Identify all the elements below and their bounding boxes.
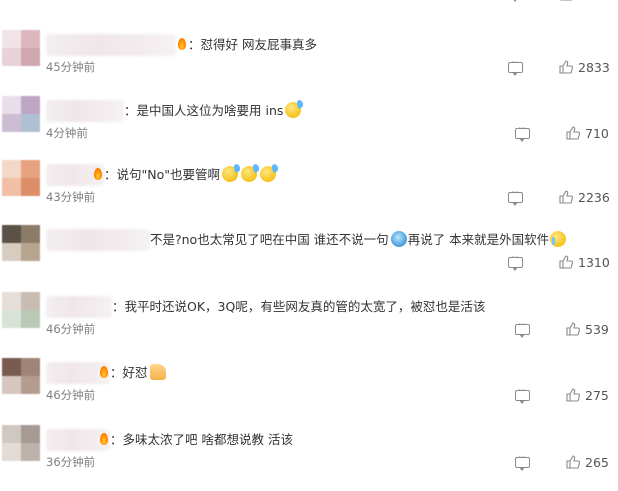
reply-icon[interactable] <box>515 320 530 338</box>
sad-blue-icon <box>390 231 407 247</box>
thumbs-up-icon <box>566 455 580 469</box>
fan-badge-icon <box>100 433 108 445</box>
avatar[interactable] <box>2 358 40 394</box>
fan-badge-icon <box>100 366 108 378</box>
avatar[interactable] <box>2 96 40 132</box>
username-blurred[interactable] <box>46 100 124 122</box>
avatar[interactable] <box>2 292 40 328</box>
comment-text: ：多味太浓了吧 啥都想说教 活该 <box>100 431 293 449</box>
avatar[interactable] <box>2 30 40 66</box>
fan-badge-icon <box>178 38 186 50</box>
reply-icon[interactable] <box>515 453 530 471</box>
like-count: 710 <box>585 125 609 141</box>
like-count: 1310 <box>578 254 610 270</box>
like-button[interactable]: 2236 <box>559 189 610 205</box>
thumbs-up-icon <box>559 190 573 204</box>
thumbs-up-icon <box>566 126 580 140</box>
like-button[interactable]: 1310 <box>559 254 610 270</box>
comment-item: ：我平时还说OK，3Q呢，有些网友真的管的太宽了，被怼也是活该 46分钟前 539 <box>0 292 618 358</box>
reply-icon[interactable] <box>515 124 530 142</box>
comment-time: 45分钟前 <box>46 60 96 74</box>
like-button[interactable]: 2833 <box>559 59 610 75</box>
comment-body: ：怼得好 网友屁事真多 <box>188 37 317 52</box>
comment-time: 36分钟前 <box>46 455 96 469</box>
username-blurred[interactable] <box>46 296 112 318</box>
comment-item: 不是?no也太常见了吧在中国 谁还不说一句 再说了 本来就是外国软件 1310 <box>0 225 618 291</box>
crying-icon <box>550 231 567 247</box>
comment-body: ：我平时还说OK，3Q呢，有些网友真的管的太宽了，被怼也是活该 <box>112 299 486 314</box>
previous-comment-partial: 4400 <box>0 0 618 4</box>
comment-time: 4分钟前 <box>46 126 88 140</box>
fan-badge-icon <box>94 168 102 180</box>
comment-body: ：是中国人这位为啥要用 ins <box>124 103 284 118</box>
comment-item: ：说句"No"也要管啊 43分钟前 2236 <box>0 160 618 226</box>
like-button[interactable]: 539 <box>566 321 609 337</box>
thumbs-up-icon <box>149 364 166 380</box>
comment-text: ：是中国人这位为啥要用 ins <box>124 102 302 120</box>
comment-body: 不是?no也太常见了吧在中国 谁还不说一句 <box>150 232 389 247</box>
like-count: 2236 <box>578 189 610 205</box>
comment-body: ：说句"No"也要管啊 <box>104 167 220 182</box>
comment-text: ：我平时还说OK，3Q呢，有些网友真的管的太宽了，被怼也是活该 <box>112 298 485 316</box>
like-count: 539 <box>585 321 609 337</box>
comment-text: ：说句"No"也要管啊 <box>94 166 277 184</box>
comment-text: ：怼得好 网友屁事真多 <box>178 36 317 54</box>
username-blurred[interactable] <box>46 34 176 56</box>
sweat-smile-icon <box>260 166 276 182</box>
sweat-smile-icon <box>222 166 238 182</box>
thumbs-up-icon <box>566 322 580 336</box>
comment-body: ：好怼 <box>110 365 148 380</box>
like-count: 4400 <box>579 0 611 2</box>
comment-body-continued: 再说了 本来就是外国软件 <box>407 232 550 247</box>
like-button[interactable]: 275 <box>566 387 609 403</box>
username-blurred[interactable] <box>46 229 150 251</box>
comment-time: 46分钟前 <box>46 322 96 336</box>
avatar[interactable] <box>2 425 40 461</box>
thumbs-up-icon <box>566 388 580 402</box>
reply-icon[interactable] <box>515 386 530 404</box>
comment-item: ：多味太浓了吧 啥都想说教 活该 36分钟前 265 <box>0 425 618 491</box>
like-button[interactable]: 710 <box>566 125 609 141</box>
avatar[interactable] <box>2 225 40 261</box>
reply-icon[interactable] <box>508 58 523 76</box>
like-button[interactable]: 265 <box>566 454 609 470</box>
comment-time: 43分钟前 <box>46 190 96 204</box>
sweat-smile-icon <box>285 102 302 118</box>
sweat-smile-icon <box>241 166 257 182</box>
comment-body: ：多味太浓了吧 啥都想说教 活该 <box>110 432 293 447</box>
comment-item: ：好怼 46分钟前 275 <box>0 358 618 424</box>
reply-icon[interactable] <box>508 253 523 271</box>
thumbs-up-icon <box>560 0 573 1</box>
comment-time: 46分钟前 <box>46 388 96 402</box>
thumbs-up-icon <box>559 255 573 269</box>
comment-text: 不是?no也太常见了吧在中国 谁还不说一句 再说了 本来就是外国软件 <box>150 231 567 249</box>
like-count: 265 <box>585 454 609 470</box>
comment-text: ：好怼 <box>100 364 167 382</box>
avatar[interactable] <box>2 160 40 196</box>
like-button[interactable]: 4400 <box>560 0 611 2</box>
like-count: 275 <box>585 387 609 403</box>
thumbs-up-icon <box>559 60 573 74</box>
like-count: 2833 <box>578 59 610 75</box>
reply-icon[interactable] <box>508 188 523 206</box>
comment-item: ：是中国人这位为啥要用 ins 4分钟前 710 <box>0 96 618 162</box>
comment-item: ：怼得好 网友屁事真多 45分钟前 2833 <box>0 30 618 96</box>
